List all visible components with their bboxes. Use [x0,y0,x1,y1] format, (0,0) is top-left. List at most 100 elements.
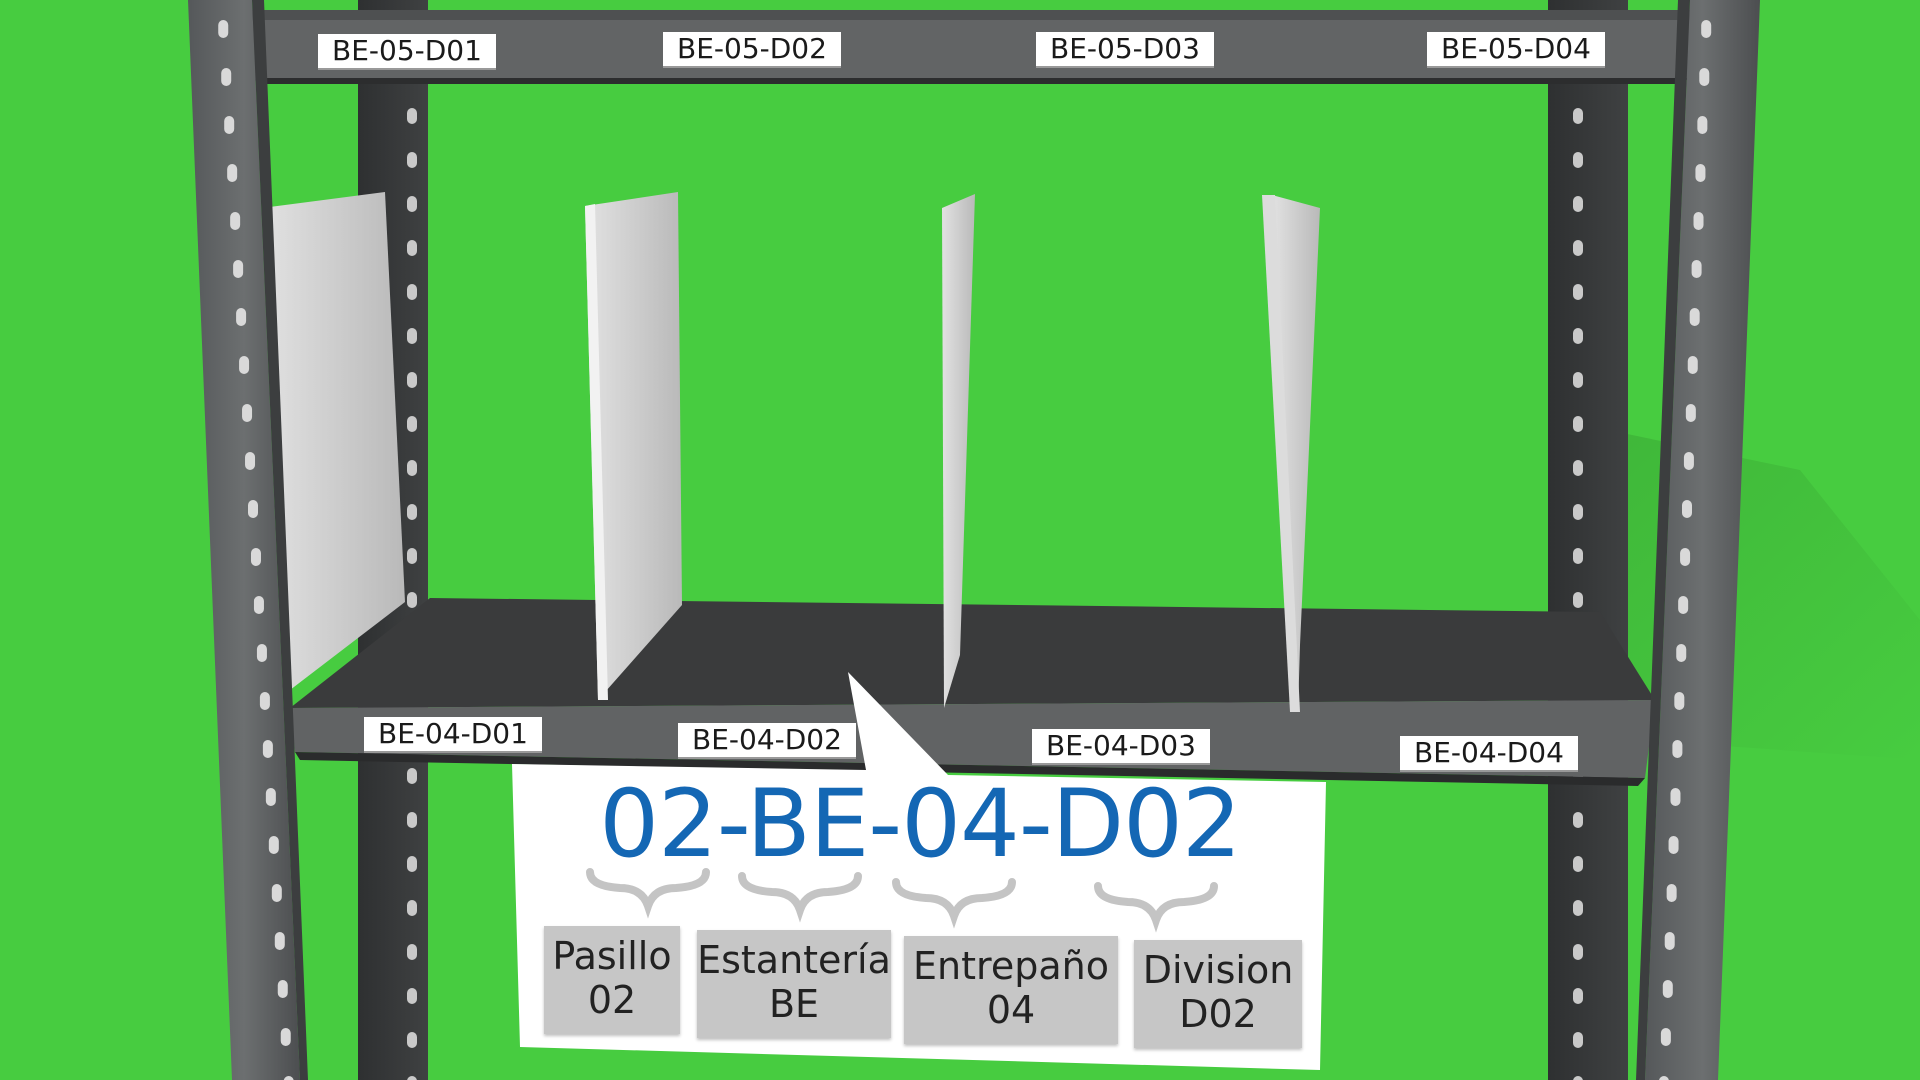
rack-hole [245,452,256,470]
part-value: BE [768,982,820,1026]
rack-hole [1573,108,1583,124]
rack-hole [1670,788,1681,806]
rack-hole [1693,212,1704,230]
rack-hole [1672,740,1683,758]
rack-hole [407,460,417,476]
top-shelf-label-3: BE-05-D03 [1036,32,1214,68]
rack-hole [1573,504,1583,520]
rack-hole [1573,856,1583,872]
rack-hole [407,592,417,608]
part-value: 02 [587,978,637,1022]
rack-hole [1668,836,1679,854]
rack-hole [407,768,417,784]
rack-hole [1697,116,1708,134]
part-value: 04 [986,988,1036,1032]
part-box-entrepano: Entrepaño 04 [904,936,1118,1044]
part-value: D02 [1179,992,1257,1036]
rack-hole [265,788,276,806]
rack-hole [233,260,244,278]
rack-hole [224,116,235,134]
part-box-pasillo: Pasillo 02 [544,926,680,1034]
rack-hole [1683,452,1694,470]
rack-hole [1573,812,1583,828]
part-name: Pasillo [552,934,672,978]
rack-hole [407,416,417,432]
part-box-division: Division D02 [1134,940,1302,1048]
rack-hole [230,212,241,230]
rack-hole [1701,20,1712,38]
bottom-shelf-label-2: BE-04-D02 [678,723,856,759]
rack-hole [262,740,273,758]
rack-hole [1573,196,1583,212]
rack-hole [1660,1028,1671,1046]
top-shelf-label-1: BE-05-D01 [318,34,496,70]
back-post-right [1548,0,1628,1080]
rack-hole [407,372,417,388]
rack-hole [256,644,267,662]
shelf-rack-illustration [188,0,1920,1080]
rack-hole [1680,548,1691,566]
rack-hole [1687,356,1698,374]
bottom-shelf-label-1: BE-04-D01 [364,717,542,753]
rack-hole [407,944,417,960]
rack-hole [1573,460,1583,476]
rack-hole [236,308,247,326]
rack-hole [407,1032,417,1048]
rack-hole [407,812,417,828]
rack-hole [1573,592,1583,608]
top-shelf-underside [252,78,1690,84]
rack-hole [250,548,261,566]
bottom-shelf-label-3: BE-04-D03 [1032,729,1210,765]
part-name: Entrepaño [913,944,1109,988]
rack-hole [1682,500,1692,518]
rack-hole [1699,68,1710,86]
rack-hole [218,20,229,38]
rack-hole [1573,372,1583,388]
rack-hole [1573,900,1583,916]
rack-hole [1573,988,1583,1004]
part-name: Division [1142,948,1294,992]
bottom-shelf-label-4: BE-04-D04 [1400,736,1578,772]
rack-hole [407,284,417,300]
shelf-location-diagram: BE-05-D01 BE-05-D02 BE-05-D03 BE-05-D04 … [0,0,1920,1080]
rack-hole [1666,884,1677,902]
rack-hole [1678,596,1689,614]
rack-hole [227,164,238,182]
rack-hole [1573,548,1583,564]
rack-hole [407,196,417,212]
rack-hole [407,152,417,168]
rack-hole [253,596,264,614]
rack-hole [268,836,279,854]
rack-hole [407,328,417,344]
rack-hole [1573,944,1583,960]
rack-hole [259,692,270,710]
rack-hole [1685,404,1696,422]
rack-hole [1573,284,1583,300]
rack-hole [1695,164,1706,182]
part-name: Estantería [697,938,891,982]
rack-hole [1664,932,1675,950]
rack-hole [239,356,250,374]
rack-hole [1573,416,1583,432]
rack-hole [1689,308,1700,326]
rack-hole [407,504,417,520]
rack-hole [1676,644,1687,662]
rack-hole [1573,240,1583,256]
rack-hole [1691,260,1702,278]
rack-hole [407,240,417,256]
bottom-shelf-surface [290,598,1655,708]
rack-hole [407,900,417,916]
rack-hole [1573,1032,1583,1048]
rack-hole [407,988,417,1004]
rack-hole [271,884,282,902]
rack-hole [242,404,253,422]
rack-hole [280,1028,291,1046]
rack-hole [1674,692,1685,710]
rack-hole [221,68,232,86]
location-code: 02-BE-04-D02 [599,770,1242,879]
rack-hole [277,980,288,998]
rack-hole [1662,980,1673,998]
rack-hole [1573,152,1583,168]
top-shelf-label-2: BE-05-D02 [663,32,841,68]
rack-hole [407,108,417,124]
